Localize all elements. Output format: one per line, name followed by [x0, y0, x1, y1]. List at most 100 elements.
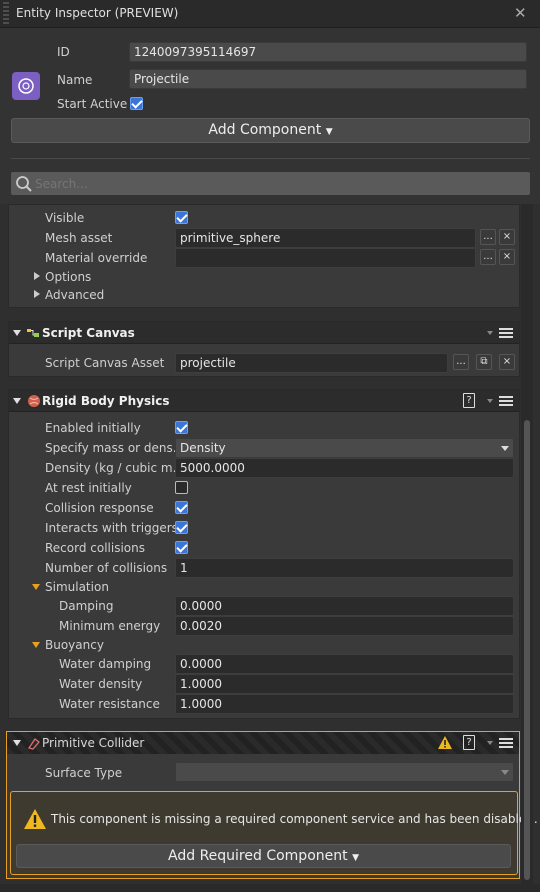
vertical-scrollbar[interactable]: [521, 204, 533, 888]
name-label: Name: [57, 73, 93, 87]
script-canvas-browse-button[interactable]: ...: [453, 354, 469, 370]
window-title: Entity Inspector (PREVIEW): [16, 6, 179, 20]
material-override-field[interactable]: [175, 248, 476, 268]
add-component-button[interactable]: Add Component ▼: [11, 118, 530, 143]
header-dropdown-icon[interactable]: [487, 741, 493, 745]
at-rest-checkbox[interactable]: [175, 481, 188, 494]
search-box[interactable]: [11, 172, 530, 195]
interacts-triggers-checkbox[interactable]: [175, 521, 188, 534]
material-override-label: Material override: [45, 251, 148, 265]
water-damping-label: Water damping: [59, 657, 152, 671]
collapse-buoyancy-icon[interactable]: [32, 642, 40, 648]
record-collisions-label: Record collisions: [45, 541, 146, 555]
header-dropdown-icon[interactable]: [487, 331, 493, 335]
chevron-down-icon: ▼: [352, 853, 359, 863]
water-resistance-field[interactable]: 1.0000: [175, 694, 514, 714]
primitive-collider-header[interactable]: Primitive Collider ?: [7, 732, 519, 754]
enabled-initially-label: Enabled initially: [45, 421, 141, 435]
visible-label: Visible: [45, 211, 85, 225]
options-group-label[interactable]: Options: [45, 270, 91, 284]
at-rest-label: At rest initially: [45, 481, 132, 495]
chevron-down-icon: [501, 770, 509, 775]
damping-label: Damping: [59, 599, 114, 613]
expand-advanced-icon[interactable]: [34, 290, 40, 298]
script-canvas-clear-button[interactable]: ×: [499, 354, 515, 370]
mesh-asset-field[interactable]: primitive_sphere: [175, 228, 476, 248]
rigid-body-header[interactable]: Rigid Body Physics ?: [9, 390, 519, 412]
collapse-simulation-icon[interactable]: [32, 584, 40, 590]
mass-mode-dropdown[interactable]: Density: [175, 438, 514, 458]
material-clear-button[interactable]: ×: [499, 249, 515, 265]
start-active-label: Start Active: [57, 97, 128, 111]
help-icon[interactable]: ?: [463, 735, 475, 750]
script-canvas-header[interactable]: Script Canvas: [9, 322, 519, 344]
buoyancy-group-label[interactable]: Buoyancy: [45, 638, 104, 652]
collapse-icon[interactable]: [13, 740, 21, 746]
mesh-asset-browse-button[interactable]: ...: [480, 229, 496, 245]
script-canvas-asset-label: Script Canvas Asset: [45, 356, 165, 370]
add-required-component-button[interactable]: Add Required Component ▼: [16, 844, 511, 868]
water-density-field[interactable]: 1.0000: [175, 674, 514, 694]
water-resistance-label: Water resistance: [59, 697, 160, 711]
number-collisions-field[interactable]: 1: [175, 558, 514, 578]
mesh-asset-clear-button[interactable]: ×: [499, 229, 515, 245]
script-canvas-asset-field[interactable]: projectile: [175, 353, 448, 373]
collapse-icon[interactable]: [13, 330, 21, 336]
advanced-group-label[interactable]: Advanced: [45, 288, 104, 302]
visible-checkbox[interactable]: [175, 211, 188, 224]
rigid-body-icon: [28, 395, 40, 407]
search-icon: [16, 176, 32, 192]
help-icon[interactable]: ?: [463, 393, 475, 408]
mesh-asset-label: Mesh asset: [45, 231, 113, 245]
scrollbar-thumb[interactable]: [524, 420, 530, 880]
surface-type-label: Surface Type: [45, 766, 123, 780]
header-dropdown-icon[interactable]: [487, 399, 493, 403]
drag-grip-icon[interactable]: [3, 2, 9, 26]
water-density-label: Water density: [59, 677, 143, 691]
collapse-icon[interactable]: [13, 398, 21, 404]
water-damping-field[interactable]: 0.0000: [175, 654, 514, 674]
component-menu-icon[interactable]: [499, 328, 513, 338]
damping-field[interactable]: 0.0000: [175, 596, 514, 616]
divider: [11, 158, 530, 159]
add-component-label: Add Component: [208, 122, 322, 138]
entity-icon: [12, 72, 40, 100]
expand-options-icon[interactable]: [34, 272, 40, 280]
density-field[interactable]: 5000.0000: [175, 458, 514, 478]
name-field[interactable]: Projectile: [129, 69, 527, 89]
start-active-checkbox[interactable]: [130, 97, 143, 110]
chevron-down-icon: [501, 446, 509, 451]
material-browse-button[interactable]: ...: [480, 249, 496, 265]
chevron-down-icon: ▼: [325, 127, 333, 137]
open-in-editor-icon[interactable]: ⧉: [476, 354, 492, 370]
collider-icon: [27, 738, 40, 750]
enabled-initially-checkbox[interactable]: [175, 421, 188, 434]
id-label: ID: [57, 45, 70, 59]
add-required-component-label: Add Required Component: [168, 848, 348, 864]
primitive-collider-title: Primitive Collider: [42, 736, 145, 750]
search-input[interactable]: [35, 174, 515, 193]
component-menu-icon[interactable]: [499, 738, 513, 748]
minimum-energy-label: Minimum energy: [59, 619, 161, 633]
collision-response-checkbox[interactable]: [175, 501, 188, 514]
warning-icon: [24, 809, 46, 829]
minimum-energy-field[interactable]: 0.0020: [175, 616, 514, 636]
bottom-edge: [0, 884, 540, 892]
surface-type-dropdown[interactable]: [175, 762, 514, 782]
component-menu-icon[interactable]: [499, 396, 513, 406]
warning-message: This component is missing a required com…: [51, 812, 538, 826]
id-field[interactable]: 1240097395114697: [129, 42, 527, 62]
warning-box: This component is missing a required com…: [10, 791, 538, 875]
warning-icon: [438, 736, 452, 749]
close-icon[interactable]: ✕: [514, 4, 527, 22]
collision-response-label: Collision response: [45, 501, 154, 515]
mass-mode-value: Density: [180, 441, 226, 455]
script-canvas-title: Script Canvas: [42, 326, 135, 340]
rigid-body-title: Rigid Body Physics: [42, 394, 170, 408]
mass-mode-label: Specify mass or dens...: [45, 441, 185, 455]
density-label: Density (kg / cubic m...: [45, 461, 185, 475]
record-collisions-checkbox[interactable]: [175, 541, 188, 554]
simulation-group-label[interactable]: Simulation: [45, 580, 109, 594]
number-collisions-label: Number of collisions: [45, 561, 168, 575]
script-canvas-icon: [27, 329, 39, 337]
